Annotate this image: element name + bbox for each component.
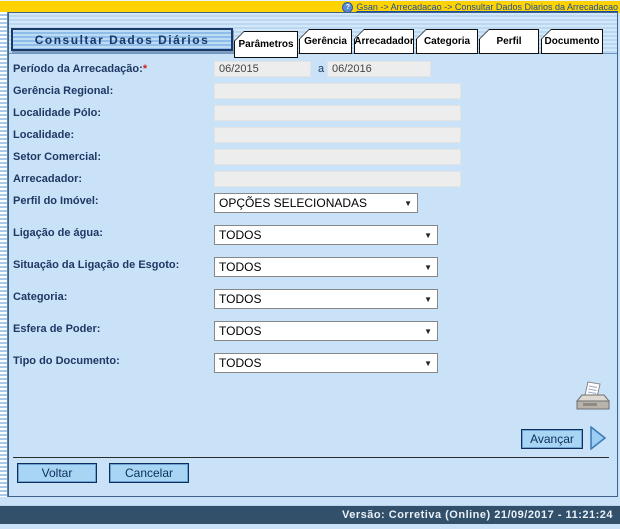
field-label: Localidade Pólo: <box>13 107 101 119</box>
field-label: Tipo do Documento: <box>13 355 120 367</box>
print-icon[interactable] <box>573 379 613 413</box>
select-value: TODOS <box>219 356 261 370</box>
chevron-down-icon: ▼ <box>404 199 412 208</box>
field-label: Ligação de água: <box>13 227 103 239</box>
tab-categoria[interactable]: Categoria <box>416 29 478 54</box>
localidade-polo-input[interactable] <box>214 105 461 121</box>
tab-label: Perfil <box>496 36 521 47</box>
esfera-poder-select[interactable]: TODOS ▼ <box>214 321 438 341</box>
tab-label: Categoria <box>424 36 470 47</box>
periodo-to-input[interactable] <box>327 61 431 77</box>
periodo-from-input[interactable] <box>214 61 311 77</box>
form-row-gerencia-regional: Gerência Regional: <box>9 83 617 105</box>
form-row-esfera-poder: Esfera de Poder: TODOS ▼ <box>9 321 617 343</box>
select-value: OPÇÕES SELECIONADAS <box>219 196 367 210</box>
tab-label: Parâmetros <box>238 39 293 50</box>
chevron-down-icon: ▼ <box>424 295 432 304</box>
chevron-down-icon: ▼ <box>424 327 432 336</box>
cancelar-button[interactable]: Cancelar <box>109 463 189 483</box>
chevron-down-icon: ▼ <box>424 263 432 272</box>
window-left-frame <box>0 12 8 497</box>
tab-label: Gerência <box>304 36 347 47</box>
arrecadador-input[interactable] <box>214 171 461 187</box>
form-row-setor-comercial: Setor Comercial: <box>9 149 617 171</box>
version-footer: Versão: Corretiva (Online) 21/09/2017 - … <box>0 505 620 524</box>
advance-arrow-icon[interactable] <box>589 426 607 455</box>
form-row-ligacao-agua: Ligação de água: TODOS ▼ <box>9 225 617 247</box>
version-text: Versão: Corretiva (Online) 21/09/2017 - … <box>342 509 613 521</box>
periodo-separator: a <box>318 63 324 75</box>
form-row-arrecadador: Arrecadador: <box>9 171 617 193</box>
bottom-divider <box>13 457 609 458</box>
form-row-situacao-esgoto: Situação da Ligação de Esgoto: TODOS ▼ <box>9 257 617 279</box>
tab-arrecadador[interactable]: Arrecadador <box>354 29 414 54</box>
chevron-down-icon: ▼ <box>424 359 432 368</box>
select-value: TODOS <box>219 260 261 274</box>
select-value: TODOS <box>219 228 261 242</box>
select-value: TODOS <box>219 292 261 306</box>
localidade-input[interactable] <box>214 127 461 143</box>
form-row-tipo-documento: Tipo do Documento: TODOS ▼ <box>9 353 617 375</box>
form-row-periodo: Período da Arrecadação:* a <box>9 61 617 83</box>
form-row-categoria: Categoria: TODOS ▼ <box>9 289 617 311</box>
field-label: Localidade: <box>13 129 74 141</box>
breadcrumb[interactable]: Gsan -> Arrecadacao -> Consultar Dados D… <box>356 2 618 12</box>
situacao-esgoto-select[interactable]: TODOS ▼ <box>214 257 438 277</box>
form-row-localidade: Localidade: <box>9 127 617 149</box>
field-label: Gerência Regional: <box>13 85 113 97</box>
form-row-perfil-imovel: Perfil do Imóvel: OPÇÕES SELECIONADAS ▼ <box>9 193 617 215</box>
field-label: Período da Arrecadação:* <box>13 63 147 75</box>
field-label: Perfil do Imóvel: <box>13 195 99 207</box>
form-row-localidade-polo: Localidade Pólo: <box>9 105 617 127</box>
page-title-label: Consultar Dados Diários <box>35 33 210 47</box>
tab-perfil[interactable]: Perfil <box>479 29 539 54</box>
main-window: Consultar Dados Diários Parâmetros Gerên… <box>8 12 618 497</box>
page-title: Consultar Dados Diários <box>11 28 233 51</box>
categoria-select[interactable]: TODOS ▼ <box>214 289 438 309</box>
help-icon[interactable]: ? <box>342 2 353 13</box>
perfil-imovel-select[interactable]: OPÇÕES SELECIONADAS ▼ <box>214 193 418 213</box>
field-label: Arrecadador: <box>13 173 82 185</box>
tab-label: Arrecadador <box>354 36 413 47</box>
avancar-button[interactable]: Avançar <box>521 429 583 449</box>
required-marker: * <box>143 63 147 75</box>
tab-parametros[interactable]: Parâmetros <box>234 31 298 58</box>
chevron-down-icon: ▼ <box>424 231 432 240</box>
select-value: TODOS <box>219 324 261 338</box>
tab-label: Documento <box>545 36 600 47</box>
tab-documento[interactable]: Documento <box>541 29 603 54</box>
ligacao-agua-select[interactable]: TODOS ▼ <box>214 225 438 245</box>
gsan-app-window: ? Gsan -> Arrecadacao -> Consultar Dados… <box>0 0 620 529</box>
voltar-button[interactable]: Voltar <box>17 463 97 483</box>
field-label: Categoria: <box>13 291 67 303</box>
setor-comercial-input[interactable] <box>214 149 461 165</box>
field-label: Setor Comercial: <box>13 151 101 163</box>
field-label: Situação da Ligação de Esgoto: <box>13 259 179 271</box>
tipo-documento-select[interactable]: TODOS ▼ <box>214 353 438 373</box>
tab-gerencia[interactable]: Gerência <box>299 29 352 54</box>
field-label: Esfera de Poder: <box>13 323 100 335</box>
gerencia-regional-input[interactable] <box>214 83 461 99</box>
